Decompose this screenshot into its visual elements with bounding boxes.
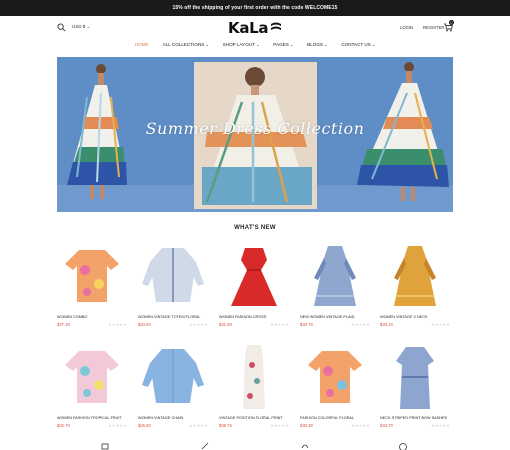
announcement-bar: 15% off the shipping of your first order… [0,0,510,16]
star-rating-icon: ★★★★★ [431,322,450,327]
product-name[interactable]: WOMEN COMBO [57,315,127,319]
search-icon[interactable] [57,23,66,32]
chevron-down-icon: ⌄ [86,24,91,29]
chevron-down-icon: ⌄ [289,42,294,47]
star-rating-icon: ★★★★★ [189,322,208,327]
product-card[interactable]: WOMEN VINTAGE TOTEM FLORAL $34.94 ★★★★★ [138,240,208,327]
product-name[interactable]: WOMEN VINTAGE TOTEM FLORAL [138,315,208,319]
cart-count-badge: 0 [449,20,454,25]
nav-item-shop-layout[interactable]: SHOP LAYOUT⌄ [223,42,260,52]
star-rating-icon: ★★★★★ [270,423,289,428]
main-nav: HOME ALL COLLECTIONS⌄ SHOP LAYOUT⌄ PAGES⌄ BL… [0,42,510,52]
product-name[interactable]: WOMEN VINTAGE V NECK [380,315,450,319]
nav-item-label: BLOGS [307,42,323,47]
support-icon [301,444,309,449]
product-image[interactable] [300,240,370,312]
feature-icons-row [0,442,510,450]
product-card[interactable]: WOMEN COMBO $27.16 ★★★★★ [57,240,127,327]
product-card[interactable]: WOMEN FASHION CROSS $31.68 ★★★★★ [219,240,289,327]
chevron-down-icon: ⌄ [255,42,260,47]
nav-item-contact-us[interactable]: CONTACT US⌄ [341,42,375,52]
product-name[interactable]: NEW WOMEN VINTAGE PLAID [300,315,370,319]
nav-item-label: PAGES [273,42,289,47]
shipping-icon [101,443,109,450]
product-image[interactable] [380,341,450,413]
product-name[interactable]: NECK STRIPED PRINT BOW SASHES [380,416,450,420]
chevron-down-icon: ⌄ [371,42,376,47]
globe-icon [399,443,407,450]
product-name[interactable]: WOMEN FASHION TROPICAL FRUIT [57,416,127,420]
product-image[interactable] [138,341,208,413]
nav-item-all-collections[interactable]: ALL COLLECTIONS⌄ [163,42,209,52]
logo-mark-icon [271,22,281,30]
currency-label: USD $ [72,24,86,29]
product-card[interactable]: FASHION COLORFUL FLORAL $30.38 ★★★★★ [300,341,370,428]
nav-item-blogs[interactable]: BLOGS⌄ [307,42,327,52]
product-name[interactable]: WOMEN VINTAGE CHAIN [138,416,208,420]
product-card[interactable]: WOMEN VINTAGE CHAIN $26.80 ★★★★★ [138,341,208,428]
product-name[interactable]: VINTAGE POSITION FLORAL PRINT [219,416,289,420]
login-link[interactable]: LOGIN [400,25,413,30]
star-rating-icon: ★★★★★ [108,423,127,428]
product-image[interactable] [138,240,208,312]
nav-item-label: ALL COLLECTIONS [162,42,205,47]
announcement-text: 15% off the shipping of your first order… [172,5,338,11]
star-rating-icon: ★★★★★ [351,322,370,327]
product-card[interactable]: NECK STRIPED PRINT BOW SASHES $33.70 ★★★… [380,341,450,428]
nav-item-home[interactable]: HOME [135,42,149,52]
nav-item-label: SHOP LAYOUT [222,42,255,47]
star-rating-icon: ★★★★★ [351,423,370,428]
chevron-down-icon: ⌄ [324,42,328,47]
product-name[interactable]: FASHION COLORFUL FLORAL [300,416,370,420]
section-title: WHAT'S NEW [234,225,276,231]
star-rating-icon: ★★★★★ [108,322,127,327]
nav-item-label: HOME [134,42,149,47]
product-card[interactable]: WOMEN FASHION TROPICAL FRUIT $32.70 ★★★★… [57,341,127,428]
product-image[interactable] [300,341,370,413]
currency-selector[interactable]: USD $ ⌄ [72,24,90,30]
product-name[interactable]: WOMEN FASHION CROSS [219,315,289,319]
star-rating-icon: ★★★★★ [431,423,450,428]
product-image[interactable] [380,240,450,312]
chevron-down-icon: ⌄ [205,42,209,47]
nav-item-label: CONTACT US [341,42,371,47]
star-rating-icon: ★★★★★ [189,423,208,428]
register-link[interactable]: REGISTER [423,25,444,30]
product-card[interactable]: NEW WOMEN VINTAGE PLAID $30.78 ★★★★★ [300,240,370,327]
product-card[interactable]: WOMEN VINTAGE V NECK $30.18 ★★★★★ [380,240,450,327]
nav-item-pages[interactable]: PAGES⌄ [273,42,293,52]
star-rating-icon: ★★★★★ [270,322,289,327]
hero-banner[interactable]: Summer Dress Collection [57,57,453,212]
site-header: USD $ ⌄ KaLa LOGIN REGISTER 0 [0,16,510,40]
hero-title: Summer Dress Collection [145,119,365,138]
tools-icon [201,442,209,450]
product-card[interactable]: VINTAGE POSITION FLORAL PRINT $38.78 ★★★… [219,341,289,428]
site-logo[interactable]: KaLa [228,19,269,37]
product-image[interactable] [57,240,127,312]
product-image[interactable] [219,240,289,312]
product-image[interactable] [219,341,289,413]
product-image[interactable] [57,341,127,413]
